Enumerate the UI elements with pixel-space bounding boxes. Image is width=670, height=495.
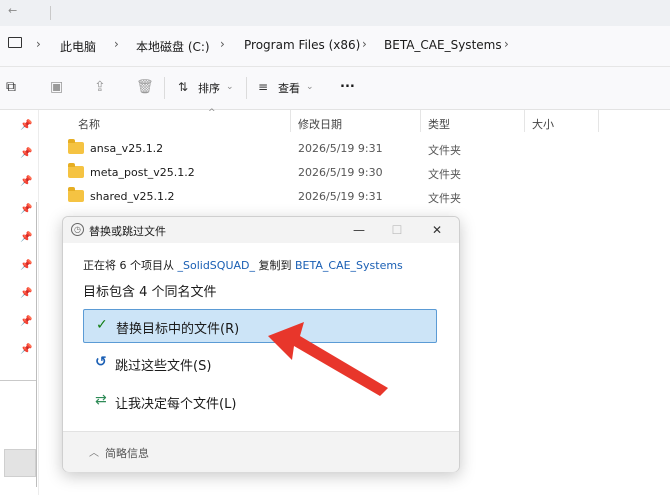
annotation-arrow (268, 322, 388, 396)
red-arrow-icon (268, 322, 388, 396)
